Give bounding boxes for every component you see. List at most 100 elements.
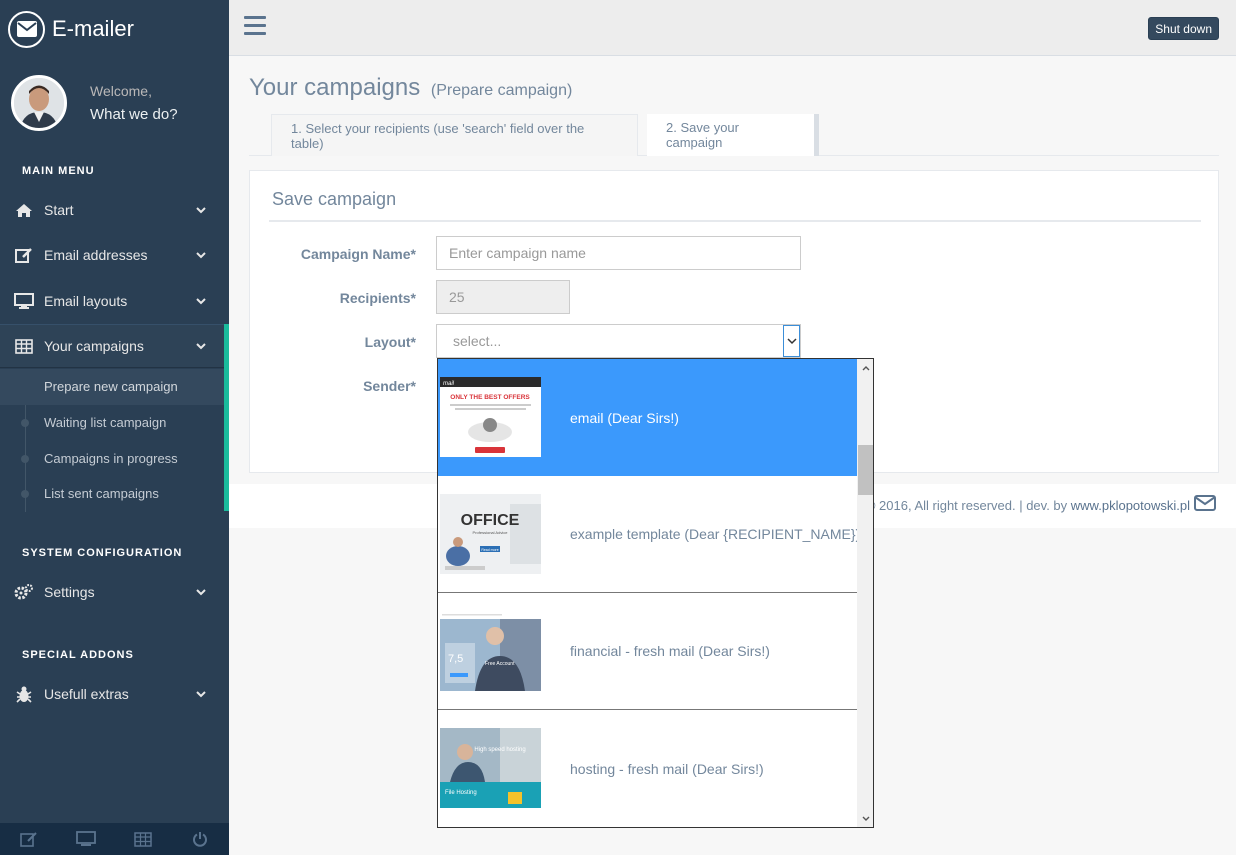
desktop-icon: [75, 831, 96, 846]
layout-option[interactable]: High speed hosting File Hosting hosting …: [438, 710, 857, 827]
chevron-down-icon: [196, 343, 206, 350]
layout-select-value: select...: [453, 333, 502, 349]
dropdown-scrollbar[interactable]: [857, 359, 873, 827]
chevron-up-icon: [862, 365, 869, 370]
sidebar-item-label: Usefull extras: [44, 686, 129, 702]
profile-name: What we do?: [90, 106, 178, 123]
thumb-logo: mail: [443, 381, 455, 387]
layout-thumbnail: mail ONLY THE BEST OFFERS: [440, 377, 541, 457]
brand[interactable]: E-mailer: [8, 10, 134, 48]
panel-divider: [269, 220, 1201, 222]
thumb-subtitle: Professional Advice: [473, 530, 509, 535]
layout-label: Layout*: [364, 334, 416, 350]
submenu-waiting-list[interactable]: Waiting list campaign: [0, 405, 224, 441]
envelope-icon: [1194, 495, 1216, 511]
chevron-down-icon: [196, 691, 206, 698]
page-title: Your campaigns (Prepare campaign): [249, 74, 572, 102]
footer-text: © 2016, All right reserved. | dev. by ww…: [866, 498, 1190, 513]
tab-select-recipients[interactable]: 1. Select your recipients (use 'search' …: [271, 114, 638, 156]
footer-copyright: © 2016, All right reserved. | dev. by: [865, 498, 1068, 513]
layout-option[interactable]: OFFICE Professional Advice Read more exa…: [438, 476, 861, 593]
desktop-icon: [14, 292, 34, 310]
thumb-subtitle: File Hosting: [445, 790, 477, 796]
thumb-button: Read more: [481, 548, 498, 552]
envelope-icon: [8, 10, 45, 48]
campaign-name-label: Campaign Name*: [300, 246, 416, 262]
sender-label: Sender*: [363, 378, 416, 394]
page-title-text: Your campaigns: [249, 74, 421, 101]
submenu-sent[interactable]: List sent campaigns: [0, 476, 224, 512]
sidebar-item-your-campaigns[interactable]: Your campaigns: [0, 324, 229, 368]
special-addons-title: SPECIAL ADDONS: [22, 649, 134, 661]
chevron-down-icon: [786, 338, 797, 345]
shutdown-button[interactable]: Shut down: [1148, 17, 1219, 40]
footer-edit-button[interactable]: [0, 823, 57, 855]
menu-toggle-icon[interactable]: [244, 16, 266, 36]
sidebar-item-email-addresses[interactable]: Email addresses: [0, 233, 229, 277]
thumb-heading: High speed hosting: [474, 747, 525, 753]
footer-desktop-button[interactable]: [57, 823, 114, 855]
scrollbar-thumb[interactable]: [858, 445, 873, 495]
layout-options-list: mail ONLY THE BEST OFFERS email (Dear Si…: [438, 359, 861, 827]
main-menu-title: MAIN MENU: [22, 165, 95, 177]
sidebar-item-label: Email layouts: [44, 293, 128, 309]
table-icon: [14, 337, 34, 355]
sidebar-item-label: Start: [44, 202, 74, 218]
layout-option-label: hosting - fresh mail (Dear Sirs!): [570, 760, 764, 777]
gears-icon: [14, 583, 34, 601]
brand-title: E-mailer: [52, 16, 134, 41]
sidebar-item-email-layouts[interactable]: Email layouts: [0, 279, 229, 323]
chevron-down-icon: [196, 252, 206, 259]
layout-thumbnail: 7,5 Free Account: [440, 611, 541, 691]
welcome-text: Welcome,: [90, 83, 152, 99]
recipients-label: Recipients*: [339, 290, 416, 306]
tab-save-campaign[interactable]: 2. Save your campaign: [647, 114, 819, 156]
active-indicator: [224, 324, 229, 511]
submenu-prepare-new-campaign[interactable]: Prepare new campaign: [0, 369, 224, 405]
layout-select[interactable]: select...: [436, 324, 801, 358]
thumb-subtitle: Free Account: [485, 661, 515, 667]
sidebar-item-start[interactable]: Start: [0, 188, 229, 232]
sidebar-item-label: Email addresses: [44, 247, 148, 263]
scroll-up-arrow[interactable]: [857, 359, 873, 376]
sidebar: E-mailer Welcome, What we do? MAIN MENU …: [0, 0, 229, 855]
scroll-down-arrow[interactable]: [857, 810, 873, 827]
sidebar-item-label: Settings: [44, 584, 95, 600]
thumb-heading: OFFICE: [461, 512, 520, 529]
submenu-in-progress[interactable]: Campaigns in progress: [0, 440, 224, 476]
layout-thumbnail: High speed hosting File Hosting: [440, 728, 541, 808]
sidebar-item-label: Your campaigns: [44, 338, 144, 354]
edit-icon: [14, 246, 34, 264]
chevron-down-icon: [862, 816, 869, 821]
edit-icon: [19, 832, 37, 847]
chevron-down-icon: [196, 589, 206, 596]
layout-option-label: email (Dear Sirs!): [570, 409, 679, 426]
layout-option[interactable]: 7,5 Free Account financial - fresh mail …: [438, 593, 857, 710]
panel-title: Save campaign: [272, 189, 397, 209]
footer-power-button[interactable]: [172, 823, 229, 855]
thumb-heading: ONLY THE BEST OFFERS: [450, 394, 530, 401]
campaign-name-input[interactable]: [436, 236, 801, 270]
select-arrow-button[interactable]: [783, 325, 800, 357]
footer-table-button[interactable]: [115, 823, 172, 855]
avatar: [11, 75, 67, 131]
thumb-heading: 7,5: [448, 653, 463, 665]
sidebar-footer: [0, 823, 229, 855]
layout-option[interactable]: mail ONLY THE BEST OFFERS email (Dear Si…: [438, 359, 857, 476]
page-subtitle: (Prepare campaign): [430, 82, 573, 99]
sidebar-item-settings[interactable]: Settings: [0, 570, 229, 614]
sidebar-item-extras[interactable]: Usefull extras: [0, 672, 229, 716]
layout-dropdown: mail ONLY THE BEST OFFERS email (Dear Si…: [437, 358, 874, 828]
bug-icon: [14, 685, 34, 703]
chevron-down-icon: [196, 298, 206, 305]
layout-thumbnail: OFFICE Professional Advice Read more: [440, 494, 541, 574]
profile: Welcome, What we do?: [11, 75, 178, 131]
table-icon: [134, 831, 152, 847]
system-config-title: SYSTEM CONFIGURATION: [22, 547, 183, 559]
campaigns-submenu: Prepare new campaign Waiting list campai…: [0, 369, 224, 512]
footer-link[interactable]: www.pklopotowski.pl: [1071, 498, 1190, 513]
layout-option-label: financial - fresh mail (Dear Sirs!): [570, 643, 770, 659]
chevron-down-icon: [196, 207, 206, 214]
layout-option-label: example template (Dear {RECIPIENT_NAME}): [570, 526, 861, 542]
home-icon: [14, 201, 34, 219]
